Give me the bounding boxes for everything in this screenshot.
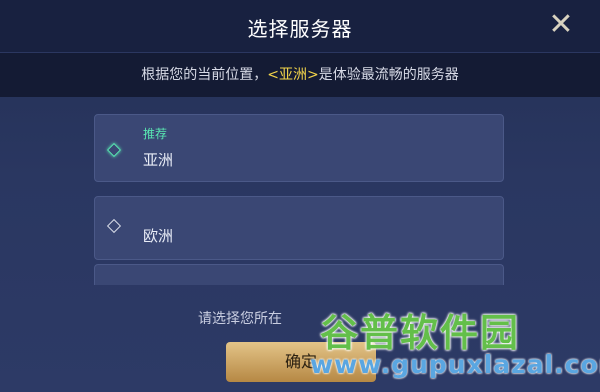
server-card-partial[interactable] (94, 264, 504, 285)
location-notice: 根据您的当前位置，<亚洲>是体验最流畅的服务器 (0, 53, 600, 97)
diamond-icon (106, 218, 122, 234)
select-hint: 请选择您所在 (198, 311, 282, 327)
confirm-button[interactable]: 确定 (226, 342, 376, 382)
notice-suffix: 是体验最流畅的服务器 (318, 67, 459, 83)
notice-prefix: 根据您的当前位置， (141, 67, 268, 83)
recommended-tag: 推荐 (143, 127, 168, 141)
server-name: 欧洲 (143, 227, 174, 245)
diamond-icon (106, 142, 122, 158)
server-select-dialog: 选择服务器 ✕ 根据您的当前位置，<亚洲>是体验最流畅的服务器 推荐 亚洲 欧洲… (0, 0, 600, 392)
close-icon[interactable]: ✕ (546, 10, 576, 40)
dialog-title: 选择服务器 (247, 17, 353, 41)
server-card-asia[interactable]: 推荐 亚洲 (94, 114, 504, 182)
notice-highlight: <亚洲> (267, 67, 319, 83)
dialog-header: 选择服务器 ✕ (0, 0, 600, 53)
server-card-europe[interactable]: 欧洲 (94, 196, 504, 260)
server-name: 亚洲 (143, 151, 174, 169)
